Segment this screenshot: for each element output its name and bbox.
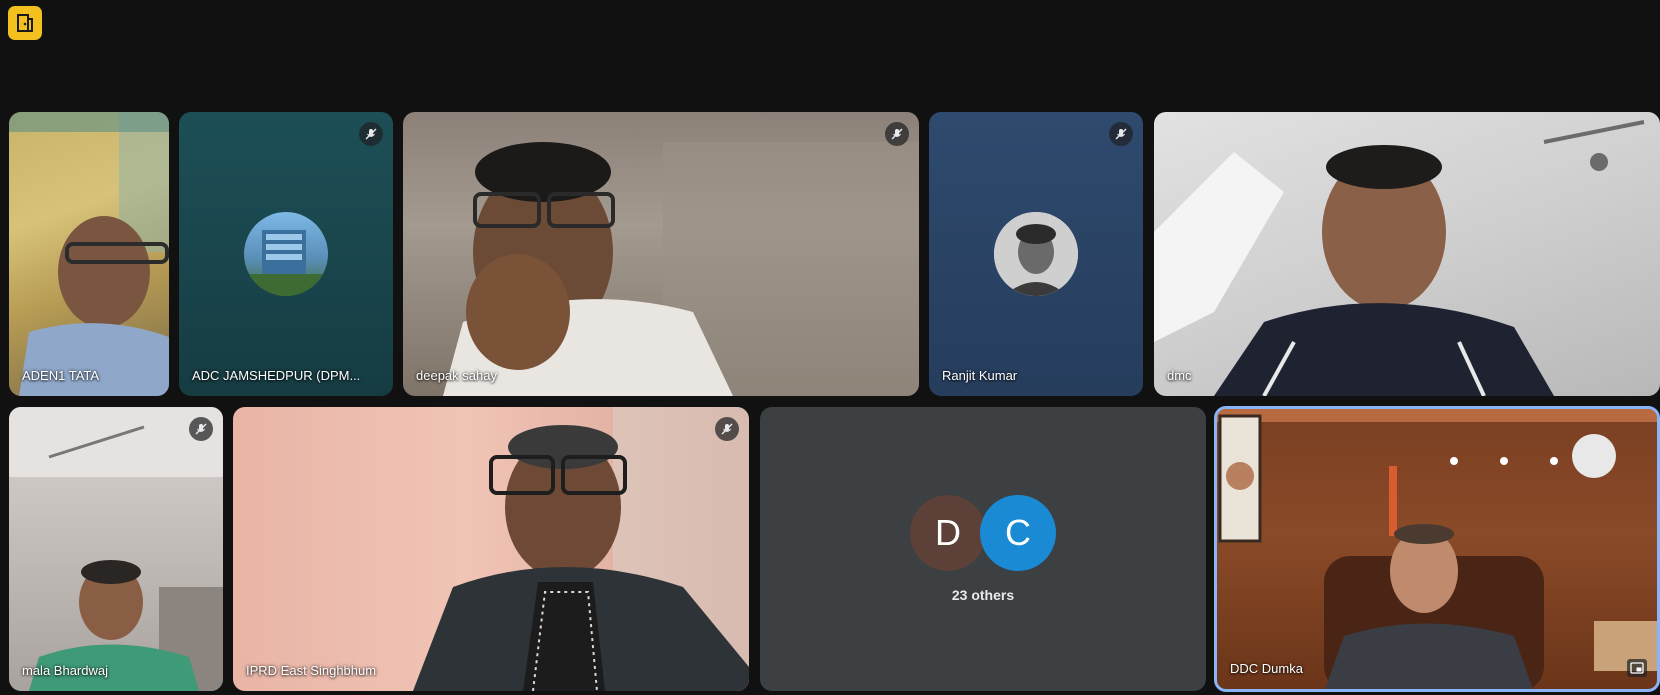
- mic-off-indicator: [1109, 122, 1133, 146]
- participant-tile-aden1-tata[interactable]: ADEN1 TATA: [9, 112, 169, 396]
- participant-tile-mala-bhardwaj[interactable]: mala Bhardwaj: [9, 407, 223, 691]
- participant-name: mala Bhardwaj: [22, 663, 108, 678]
- app-logo-badge[interactable]: [8, 6, 42, 40]
- others-count-label: 23 others: [951, 587, 1015, 603]
- participant-tile-deepak-sahay[interactable]: deepak sahay: [403, 112, 919, 396]
- participant-tile-dmc[interactable]: dmc: [1154, 112, 1660, 396]
- mic-off-indicator: [715, 417, 739, 441]
- participant-name: dmc: [1167, 368, 1192, 383]
- mic-off-indicator: [885, 122, 909, 146]
- participant-name: IPRD East Singhbhum: [246, 663, 377, 678]
- others-tile[interactable]: D C 23 others: [760, 407, 1206, 691]
- mic-off-indicator: [189, 417, 213, 441]
- participant-avatar: [994, 212, 1078, 296]
- mic-off-icon: [891, 128, 903, 140]
- picture-in-picture-icon: [1630, 662, 1644, 674]
- participant-name: ADEN1 TATA: [22, 368, 100, 383]
- participant-tile-ranjit-kumar[interactable]: Ranjit Kumar: [929, 112, 1143, 396]
- participant-video: [443, 142, 919, 396]
- participant-tile-ddc-dumka[interactable]: DDC Dumka: [1214, 406, 1660, 692]
- mic-off-icon: [1115, 128, 1127, 140]
- participant-video: [413, 407, 749, 691]
- mic-off-indicator: [359, 122, 383, 146]
- pin-tile-button[interactable]: [1627, 659, 1647, 677]
- participant-name: Ranjit Kumar: [942, 368, 1018, 383]
- participant-tile-iprd-east-singhbhum[interactable]: IPRD East Singhbhum: [233, 407, 749, 691]
- participant-video: [1154, 120, 1645, 396]
- participant-name: deepak sahay: [416, 368, 497, 383]
- participant-name: ADC JAMSHEDPUR (DPM...: [192, 368, 361, 383]
- participant-video: [1217, 409, 1657, 689]
- others-avatars: D C: [910, 495, 1056, 571]
- mic-off-icon: [721, 423, 733, 435]
- participant-avatar: [244, 212, 328, 296]
- other-participant-avatar: C: [980, 495, 1056, 571]
- mic-off-icon: [365, 128, 377, 140]
- room-door-icon: [17, 14, 33, 32]
- avatar-letter: C: [1005, 512, 1031, 553]
- mic-off-icon: [195, 423, 207, 435]
- other-participant-avatar: D: [910, 495, 986, 571]
- participant-video: [9, 407, 223, 691]
- avatar-letter: D: [935, 512, 961, 553]
- participant-name: DDC Dumka: [1230, 661, 1303, 676]
- participant-video: [9, 112, 169, 396]
- participant-tile-adc-jamshedpur[interactable]: ADC JAMSHEDPUR (DPM...: [179, 112, 393, 396]
